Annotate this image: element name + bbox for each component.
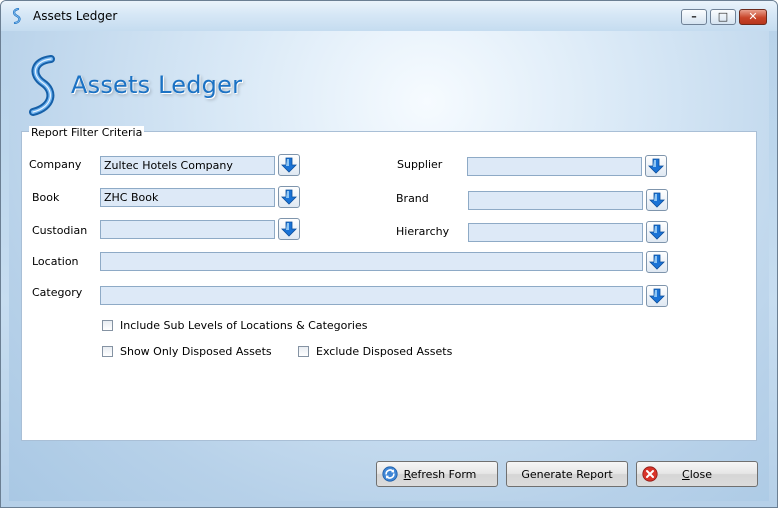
down-arrow-icon <box>281 221 297 237</box>
exclude-disposed-label: Exclude Disposed Assets <box>316 345 453 358</box>
close-icon: ✕ <box>748 10 758 23</box>
book-field[interactable]: ZHC Book <box>100 188 275 207</box>
brand-pick-button[interactable] <box>646 189 668 211</box>
show-only-disposed-checkbox[interactable] <box>102 346 113 357</box>
maximize-button[interactable]: □ <box>710 9 736 25</box>
supplier-field[interactable] <box>467 157 642 176</box>
close-label: Close <box>637 468 757 481</box>
show-only-disposed-label: Show Only Disposed Assets <box>120 345 272 358</box>
custodian-label: Custodian <box>32 224 88 237</box>
brand-label: Brand <box>396 192 429 205</box>
minimize-icon: – <box>691 10 697 23</box>
refresh-form-button[interactable]: Refresh Form <box>376 461 498 487</box>
window-close-button[interactable]: ✕ <box>739 9 767 25</box>
assets-ledger-window: Assets Ledger – □ ✕ Assets Ledger Report… <box>0 0 778 508</box>
include-sub-levels-checkbox[interactable] <box>102 320 113 331</box>
location-pick-button[interactable] <box>646 251 668 273</box>
down-arrow-icon <box>649 224 665 240</box>
refresh-label-rest: efresh Form <box>410 468 477 481</box>
group-title: Report Filter Criteria <box>29 126 145 139</box>
close-button[interactable]: Close <box>636 461 758 487</box>
app-logo-icon <box>13 8 21 24</box>
down-arrow-icon <box>649 254 665 270</box>
hierarchy-label: Hierarchy <box>396 225 450 238</box>
book-pick-button[interactable] <box>278 186 300 208</box>
minimize-button[interactable]: – <box>681 9 707 25</box>
category-label: Category <box>32 286 83 299</box>
company-label: Company <box>29 158 82 171</box>
refresh-hotkey: R <box>403 468 411 481</box>
book-label: Book <box>32 191 60 204</box>
title-bar: Assets Ledger – □ ✕ <box>1 1 777 31</box>
location-field[interactable] <box>100 252 643 271</box>
generate-report-label: Generate Report <box>521 468 613 481</box>
window-title: Assets Ledger <box>33 9 118 23</box>
hierarchy-field[interactable] <box>468 223 643 242</box>
custodian-field[interactable] <box>100 220 275 239</box>
report-filter-group: Report Filter Criteria Company Zultec Ho… <box>21 126 757 441</box>
supplier-pick-button[interactable] <box>645 155 667 177</box>
exclude-disposed-checkbox[interactable] <box>298 346 309 357</box>
ledger-logo-icon <box>29 55 55 116</box>
maximize-icon: □ <box>717 10 729 23</box>
include-sub-levels-label: Include Sub Levels of Locations & Catego… <box>120 319 368 332</box>
down-arrow-icon <box>648 158 664 174</box>
down-arrow-icon <box>281 189 297 205</box>
hierarchy-pick-button[interactable] <box>646 221 668 243</box>
refresh-form-label: Refresh Form <box>377 468 497 481</box>
close-hotkey: C <box>682 468 690 481</box>
company-pick-button[interactable] <box>278 154 300 176</box>
close-label-rest: lose <box>689 468 712 481</box>
generate-report-button[interactable]: Generate Report <box>506 461 628 487</box>
category-pick-button[interactable] <box>646 285 668 307</box>
supplier-label: Supplier <box>397 158 443 171</box>
custodian-pick-button[interactable] <box>278 218 300 240</box>
form-client-area: Assets Ledger Report Filter Criteria Com… <box>9 31 769 501</box>
down-arrow-icon <box>281 157 297 173</box>
brand-field[interactable] <box>468 191 643 210</box>
down-arrow-icon <box>649 192 665 208</box>
down-arrow-icon <box>649 288 665 304</box>
header-title: Assets Ledger <box>71 71 243 99</box>
location-label: Location <box>32 255 79 268</box>
category-field[interactable] <box>100 286 643 305</box>
company-field[interactable]: Zultec Hotels Company <box>100 156 275 175</box>
